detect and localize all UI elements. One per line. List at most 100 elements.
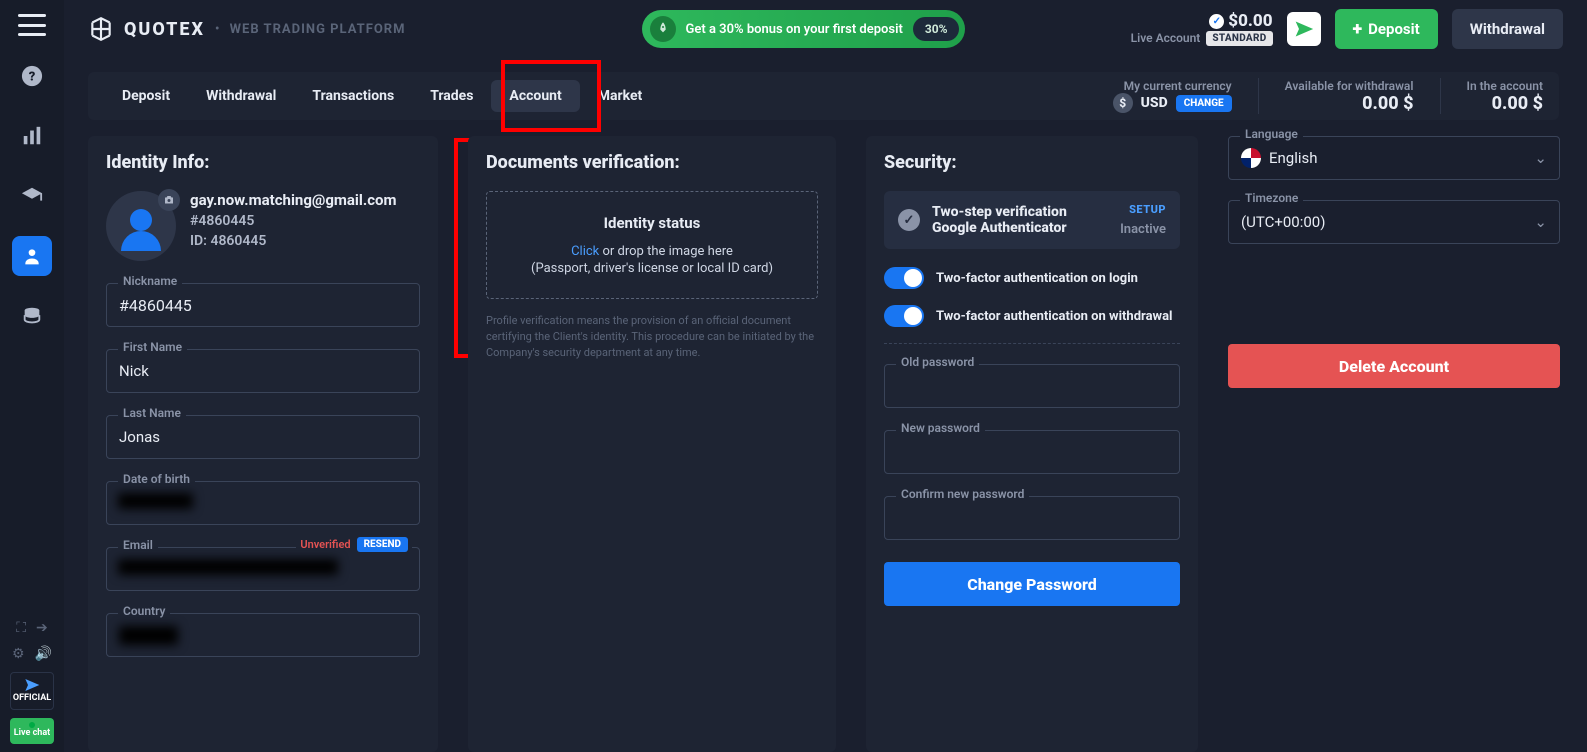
inactive-label: Inactive bbox=[1120, 222, 1166, 237]
confirm-password-field: Confirm new password bbox=[884, 496, 1180, 540]
tab-account[interactable]: Account bbox=[491, 80, 579, 112]
tab-deposit[interactable]: Deposit bbox=[104, 80, 188, 112]
firstname-field: First Name bbox=[106, 349, 420, 393]
account-icon[interactable] bbox=[12, 236, 52, 276]
dollar-icon: $ bbox=[1113, 93, 1133, 113]
lastname-input[interactable] bbox=[106, 415, 420, 459]
prefs-panel: Language English ⌄ Timezone (UTC+00:00) … bbox=[1228, 136, 1560, 752]
dob-field: Date of birth 01/01/1991 bbox=[106, 481, 420, 525]
account-badge: STANDARD bbox=[1206, 31, 1272, 46]
education-icon[interactable] bbox=[12, 176, 52, 216]
check-icon: ✓ bbox=[1209, 14, 1224, 29]
currency-metric: My current currency $ USD CHANGE bbox=[1113, 79, 1232, 113]
camera-icon[interactable] bbox=[158, 189, 180, 211]
brand-name: QUOTEX bbox=[124, 19, 205, 40]
ga-label: Google Authenticator bbox=[932, 220, 1108, 236]
bonus-pct: 30% bbox=[913, 17, 960, 41]
bonus-banner[interactable]: Get a 30% bonus on your first deposit 30… bbox=[642, 10, 966, 48]
security-panel: Security: ✓ Two-step verification Google… bbox=[866, 136, 1198, 752]
identity-status: Identity status bbox=[497, 214, 807, 232]
avatar bbox=[106, 191, 176, 261]
brand-subtitle: WEB TRADING PLATFORM bbox=[230, 22, 406, 37]
twostep-label: Two-step verification bbox=[932, 204, 1108, 220]
available-metric: Available for withdrawal 0.00 $ bbox=[1285, 79, 1414, 114]
documents-panel: Documents verification: Identity status … bbox=[468, 136, 836, 752]
lastname-field: Last Name bbox=[106, 415, 420, 459]
balance-amount: $0.00 bbox=[1228, 12, 1272, 31]
brand: QUOTEX • WEB TRADING PLATFORM bbox=[88, 16, 406, 42]
tab-market[interactable]: Market bbox=[580, 80, 661, 112]
country-field: Country Vietnam bbox=[106, 613, 420, 657]
gear-icon[interactable]: ⚙ bbox=[12, 646, 25, 662]
tab-withdrawal[interactable]: Withdrawal bbox=[188, 80, 294, 112]
help-icon[interactable]: ? bbox=[12, 56, 52, 96]
rail-bottom: ⛶ ➔ ⚙ 🔊 OFFICIAL Live chat bbox=[0, 620, 64, 744]
check-circle-icon: ✓ bbox=[898, 209, 920, 231]
fullscreen-icon[interactable]: ⛶ bbox=[16, 620, 26, 636]
live-chat-label: Live chat bbox=[14, 728, 50, 738]
tfa-withdraw-label: Two-factor authentication on withdrawal bbox=[936, 309, 1172, 324]
deposit-button[interactable]: +Deposit bbox=[1335, 9, 1438, 49]
account-type: Live Account bbox=[1131, 32, 1201, 45]
currency-value: USD bbox=[1141, 95, 1168, 111]
svg-text:?: ? bbox=[29, 70, 36, 85]
nickname-field: Nickname bbox=[106, 283, 420, 327]
chevron-down-icon: ⌄ bbox=[1534, 213, 1547, 231]
timezone-select[interactable]: (UTC+00:00) ⌄ bbox=[1228, 200, 1560, 244]
balance-block: ✓ $0.00 Live Account STANDARD bbox=[1131, 12, 1273, 46]
resend-button[interactable]: RESEND bbox=[357, 537, 408, 552]
tfa-withdraw-toggle[interactable] bbox=[884, 305, 924, 327]
new-password-input[interactable] bbox=[884, 430, 1180, 474]
change-currency-button[interactable]: CHANGE bbox=[1176, 95, 1232, 112]
old-password-field: Old password bbox=[884, 364, 1180, 408]
flag-uk-icon bbox=[1241, 148, 1261, 168]
nickname-input[interactable] bbox=[106, 283, 420, 327]
security-title: Security: bbox=[884, 152, 1180, 173]
sound-icon[interactable]: 🔊 bbox=[35, 646, 52, 662]
upload-hint: (Passport, driver's license or local ID … bbox=[497, 261, 807, 276]
confirm-password-input[interactable] bbox=[884, 496, 1180, 540]
telegram-button[interactable] bbox=[1287, 12, 1321, 46]
change-password-button[interactable]: Change Password bbox=[884, 562, 1180, 606]
language-select[interactable]: English ⌄ bbox=[1228, 136, 1560, 180]
profile-email: gay.now.matching@gmail.com bbox=[190, 191, 397, 209]
subnav: Deposit Withdrawal Transactions Trades A… bbox=[88, 72, 1559, 120]
profile-hash: #4860445 bbox=[190, 213, 397, 229]
two-step-card: ✓ Two-step verification Google Authentic… bbox=[884, 191, 1180, 249]
email-field: Email Unverified RESEND gay.now.matching… bbox=[106, 547, 420, 591]
unverified-tag: Unverified bbox=[300, 538, 350, 551]
withdrawal-button[interactable]: Withdrawal bbox=[1452, 9, 1563, 49]
setup-button[interactable]: SETUP bbox=[1120, 203, 1166, 216]
official-button[interactable]: OFFICIAL bbox=[10, 672, 54, 710]
menu-icon[interactable] bbox=[18, 14, 46, 36]
new-password-field: New password bbox=[884, 430, 1180, 474]
upload-dropzone[interactable]: Identity status Click or drop the image … bbox=[486, 191, 818, 299]
language-field: Language English ⌄ bbox=[1228, 136, 1560, 180]
upload-click-link[interactable]: Click bbox=[571, 244, 599, 259]
tab-transactions[interactable]: Transactions bbox=[294, 80, 412, 112]
topbar: QUOTEX • WEB TRADING PLATFORM Get a 30% … bbox=[64, 0, 1587, 58]
chevron-down-icon: ⌄ bbox=[1534, 149, 1547, 167]
tfa-login-toggle[interactable] bbox=[884, 267, 924, 289]
official-label: OFFICIAL bbox=[13, 693, 51, 703]
old-password-input[interactable] bbox=[884, 364, 1180, 408]
finance-icon[interactable] bbox=[12, 296, 52, 336]
firstname-input[interactable] bbox=[106, 349, 420, 393]
identity-title: Identity Info: bbox=[106, 152, 420, 173]
bonus-text: Get a 30% bonus on your first deposit bbox=[686, 22, 903, 37]
profile-id: ID: 4860445 bbox=[190, 233, 397, 249]
left-rail: ? ⛶ ➔ ⚙ 🔊 OFFICIAL Live chat bbox=[0, 0, 64, 752]
documents-note: Profile verification means the provision… bbox=[486, 313, 818, 361]
content: Identity Info: gay.now.matching@gmail.co… bbox=[88, 136, 1559, 752]
stats-icon[interactable] bbox=[12, 116, 52, 156]
tab-trades[interactable]: Trades bbox=[412, 80, 491, 112]
identity-panel: Identity Info: gay.now.matching@gmail.co… bbox=[88, 136, 438, 752]
arrow-icon[interactable]: ➔ bbox=[36, 620, 48, 636]
inaccount-metric: In the account 0.00 $ bbox=[1467, 79, 1544, 114]
country-select[interactable]: Vietnam bbox=[106, 613, 420, 657]
live-chat-button[interactable]: Live chat bbox=[10, 718, 54, 744]
delete-account-button[interactable]: Delete Account bbox=[1228, 344, 1560, 388]
rocket-icon bbox=[650, 16, 676, 42]
timezone-field: Timezone (UTC+00:00) ⌄ bbox=[1228, 200, 1560, 244]
brand-logo-icon bbox=[88, 16, 114, 42]
